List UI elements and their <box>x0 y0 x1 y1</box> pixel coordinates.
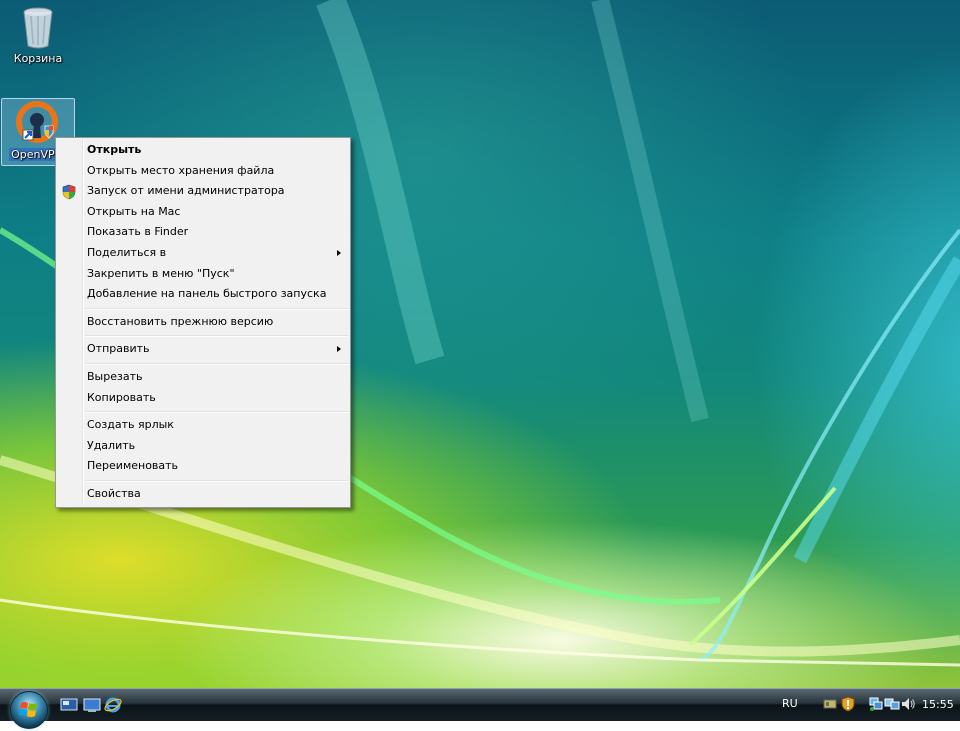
openvpn-icon <box>13 100 61 148</box>
menu-item-label: Создать ярлык <box>87 418 174 432</box>
volume-icon[interactable] <box>900 696 916 712</box>
recycle-bin-label: Корзина <box>13 52 63 65</box>
clock[interactable]: 15:55 <box>922 698 954 711</box>
menu-item-rename[interactable]: Переименовать <box>56 456 350 477</box>
menu-item-label: Открыть <box>87 143 142 156</box>
switch-windows-icon[interactable] <box>83 696 101 714</box>
menu-item-properties[interactable]: Свойства <box>56 484 350 505</box>
menu-item-add-to-quick-launch[interactable]: Добавление на панель быстрого запуска <box>56 284 350 305</box>
menu-separator <box>56 305 350 312</box>
menu-item-label: Вырезать <box>87 369 143 383</box>
menu-item-label: Удалить <box>87 438 136 452</box>
menu-item-open[interactable]: Открыть <box>56 140 350 161</box>
menu-item-copy[interactable]: Копировать <box>56 388 350 409</box>
menu-item-cut[interactable]: Вырезать <box>56 367 350 388</box>
safely-remove-icon[interactable] <box>822 696 838 712</box>
submenu-arrow-icon <box>337 346 341 353</box>
network-icon[interactable] <box>868 696 884 712</box>
submenu-arrow-icon <box>337 249 341 256</box>
menu-item-label: Отправить <box>87 342 150 356</box>
menu-item-open-file-location[interactable]: Открыть место хранения файла <box>56 161 350 182</box>
language-indicator[interactable]: RU <box>782 697 798 710</box>
menu-separator <box>56 408 350 415</box>
security-alert-icon[interactable] <box>840 696 856 712</box>
menu-separator <box>56 477 350 484</box>
menu-item-label: Закрепить в меню "Пуск" <box>87 266 235 280</box>
menu-item-show-in-finder[interactable]: Показать в Finder <box>56 222 350 243</box>
menu-separator <box>56 360 350 367</box>
menu-item-restore-previous-version[interactable]: Восстановить прежнюю версию <box>56 312 350 333</box>
menu-item-label: Запуск от имени администратора <box>87 184 285 198</box>
taskbar <box>0 688 960 721</box>
menu-item-label: Открыть на Mac <box>87 204 181 218</box>
network-activity-icon[interactable] <box>884 696 900 712</box>
windows-logo-icon <box>19 702 37 717</box>
menu-item-label: Свойства <box>87 486 141 500</box>
menu-item-run-as-admin[interactable]: Запуск от имени администратора <box>56 181 350 202</box>
menu-item-delete[interactable]: Удалить <box>56 436 350 457</box>
menu-item-create-shortcut[interactable]: Создать ярлык <box>56 415 350 436</box>
internet-explorer-icon[interactable] <box>104 696 122 714</box>
recycle-bin-icon <box>14 4 62 52</box>
menu-item-send-to[interactable]: Отправить <box>56 339 350 360</box>
menu-separator <box>56 332 350 339</box>
menu-item-label: Добавление на панель быстрого запуска <box>87 287 327 301</box>
context-menu: Открыть Открыть место хранения файла Зап… <box>55 137 351 508</box>
uac-shield-icon <box>61 184 77 200</box>
menu-item-label: Переименовать <box>87 459 179 473</box>
menu-item-label: Восстановить прежнюю версию <box>87 314 274 328</box>
menu-item-label: Копировать <box>87 390 156 404</box>
menu-item-open-on-mac[interactable]: Открыть на Mac <box>56 202 350 223</box>
menu-item-label: Поделиться в <box>87 245 167 259</box>
show-desktop-icon[interactable] <box>60 696 78 714</box>
menu-item-label: Открыть место хранения файла <box>87 163 275 177</box>
recycle-bin-desktop-icon[interactable]: Корзина <box>2 4 74 65</box>
menu-item-pin-to-start[interactable]: Закрепить в меню "Пуск" <box>56 264 350 285</box>
menu-item-share-to[interactable]: Поделиться в <box>56 243 350 264</box>
menu-item-label: Показать в Finder <box>87 225 189 239</box>
start-button[interactable] <box>10 691 48 729</box>
